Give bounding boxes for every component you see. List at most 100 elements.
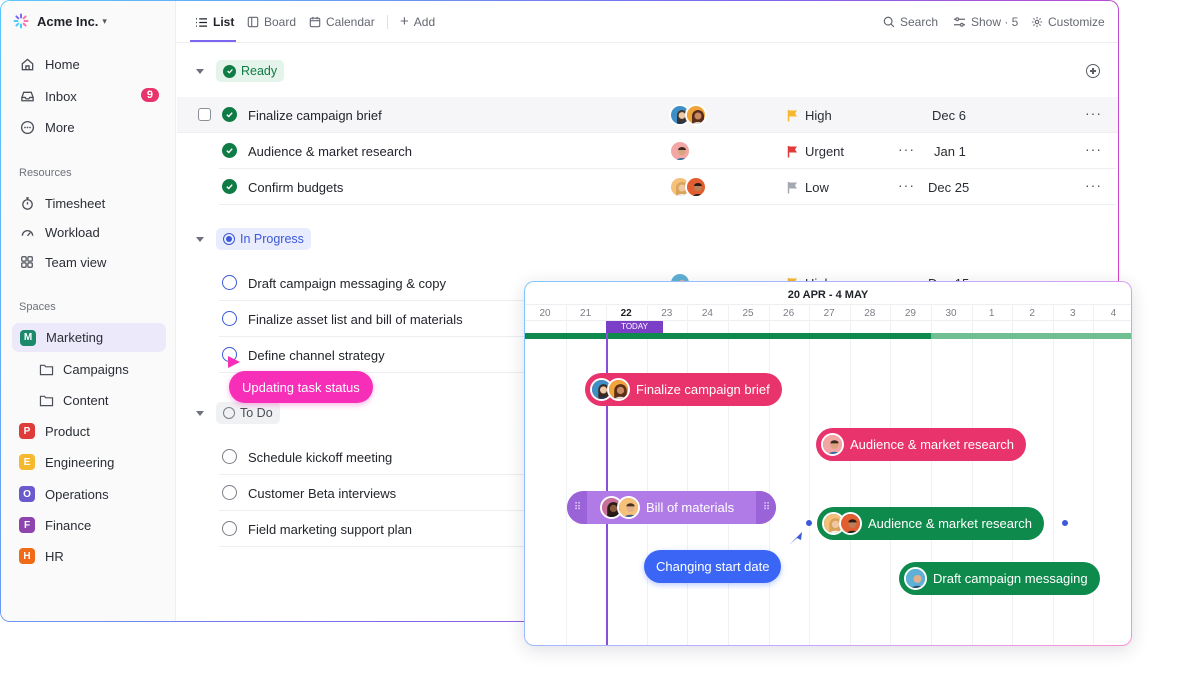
- gantt-day-label: 21: [580, 308, 592, 319]
- drag-handle-icon[interactable]: ⠿: [756, 491, 776, 524]
- priority[interactable]: Low: [787, 180, 829, 195]
- tab-calendar[interactable]: Calendar: [309, 15, 375, 29]
- todo-circle-icon: [223, 407, 235, 419]
- grid-icon: [19, 254, 35, 270]
- gantt-bar-bill-of-materials[interactable]: ⠿ Bill of materials ⠿: [567, 491, 776, 524]
- group-ready-header[interactable]: Ready: [196, 60, 285, 82]
- priority[interactable]: Urgent: [787, 144, 844, 159]
- assignees[interactable]: [669, 176, 707, 198]
- nav-home[interactable]: Home: [19, 56, 159, 72]
- status-complete-icon[interactable]: [222, 143, 237, 158]
- gantt-column-line: [809, 304, 811, 645]
- folder-content[interactable]: Content: [39, 393, 109, 408]
- task-name[interactable]: Draft campaign messaging & copy: [248, 276, 446, 291]
- space-hr[interactable]: H HR: [19, 548, 64, 564]
- gantt-progress-fill: [525, 333, 932, 339]
- group-in-progress-header[interactable]: In Progress: [196, 228, 311, 250]
- more-icon[interactable]: ···: [898, 177, 915, 193]
- gantt-day-label: 27: [823, 308, 835, 319]
- collapse-caret-icon[interactable]: [196, 410, 204, 416]
- gantt-bar-research[interactable]: Audience & market research: [816, 428, 1027, 461]
- task-row[interactable]: Confirm budgets Low ··· Dec 25 ···: [219, 169, 1116, 205]
- task-row[interactable]: Finalize campaign brief High Dec 6 ···: [177, 97, 1118, 133]
- status-open-icon[interactable]: [222, 521, 237, 536]
- nav-more-label: More: [45, 119, 75, 135]
- task-name[interactable]: Schedule kickoff meeting: [248, 450, 392, 465]
- avatar: [617, 496, 640, 519]
- show-label: Show · 5: [971, 15, 1019, 29]
- flag-icon: [787, 182, 797, 194]
- gantt-bar-campaign-brief[interactable]: Finalize campaign brief: [585, 373, 782, 406]
- task-name[interactable]: Audience & market research: [248, 144, 412, 159]
- gantt-column-line: [565, 304, 567, 645]
- customize-button[interactable]: Customize: [1031, 15, 1105, 29]
- more-icon[interactable]: ···: [898, 141, 915, 157]
- status-open-icon[interactable]: [222, 311, 237, 326]
- task-name[interactable]: Finalize campaign brief: [248, 108, 382, 123]
- status-open-icon[interactable]: [222, 449, 237, 464]
- group-todo-header[interactable]: To Do: [196, 402, 280, 424]
- tab-list[interactable]: List: [195, 15, 234, 29]
- nav-more[interactable]: More: [19, 119, 159, 135]
- spaces-heading: Spaces: [19, 301, 56, 313]
- gantt-day-label: 1: [988, 308, 995, 319]
- collapse-caret-icon[interactable]: [196, 236, 204, 242]
- gantt-day-label: 20: [539, 308, 551, 319]
- workspace-switcher[interactable]: Acme Inc. ▾: [13, 13, 107, 29]
- status-complete-icon[interactable]: [222, 107, 237, 122]
- row-checkbox[interactable]: [198, 108, 211, 121]
- show-fields-button[interactable]: Show · 5: [953, 15, 1018, 29]
- due-date[interactable]: Jan 1: [934, 144, 966, 159]
- task-name[interactable]: Field marketing support plan: [248, 522, 412, 537]
- space-finance[interactable]: F Finance: [19, 517, 91, 533]
- group-label: In Progress: [240, 232, 304, 246]
- due-date[interactable]: Dec 6: [932, 108, 966, 123]
- status-open-icon[interactable]: [222, 275, 237, 290]
- gantt-bar-research-green[interactable]: Audience & market research: [817, 507, 1045, 540]
- task-name[interactable]: Define channel strategy: [248, 348, 385, 363]
- status-pill-todo: To Do: [216, 402, 280, 424]
- drag-handle-icon[interactable]: ⠿: [567, 491, 587, 524]
- task-name[interactable]: Confirm budgets: [248, 180, 343, 195]
- collapse-caret-icon[interactable]: [196, 68, 204, 74]
- nav-timesheet[interactable]: Timesheet: [19, 195, 159, 211]
- priority-label: High: [805, 108, 832, 123]
- gantt-panel: 20 APR - 4 MAY 20 21 22 23 24 25 26 27 28 29 30 1 2 3…: [524, 281, 1132, 646]
- nav-workload[interactable]: Workload: [19, 224, 159, 240]
- nav-inbox[interactable]: Inbox 9: [19, 88, 159, 104]
- nav-team-view[interactable]: Team view: [19, 254, 159, 270]
- space-operations[interactable]: O Operations: [19, 486, 109, 502]
- gantt-column-line: [728, 304, 729, 645]
- gantt-bar-label: Finalize campaign brief: [636, 382, 770, 397]
- group-label: To Do: [240, 406, 273, 420]
- tab-board[interactable]: Board: [247, 15, 296, 29]
- status-open-icon[interactable]: [222, 485, 237, 500]
- folder-campaigns[interactable]: Campaigns: [39, 362, 129, 377]
- priority[interactable]: High: [787, 108, 832, 123]
- task-name[interactable]: Finalize asset list and bill of material…: [248, 312, 463, 327]
- task-name[interactable]: Customer Beta interviews: [248, 486, 396, 501]
- space-product[interactable]: P Product: [19, 423, 90, 439]
- task-row[interactable]: Audience & market research Urgent ··· Ja…: [219, 133, 1116, 169]
- dependency-dot[interactable]: [1062, 520, 1068, 526]
- nav-timesheet-label: Timesheet: [45, 195, 106, 211]
- search-button[interactable]: Search: [883, 15, 938, 29]
- row-menu-icon[interactable]: ···: [1085, 105, 1102, 121]
- row-menu-icon[interactable]: ···: [1085, 177, 1102, 193]
- space-marketing[interactable]: M Marketing: [12, 323, 166, 352]
- assignees[interactable]: [669, 140, 691, 162]
- folder-label: Content: [63, 393, 109, 408]
- space-engineering[interactable]: E Engineering: [19, 454, 114, 470]
- avatar: [839, 512, 862, 535]
- status-complete-icon[interactable]: [222, 179, 237, 194]
- nav-inbox-label: Inbox: [45, 88, 77, 104]
- add-view-button[interactable]: + Add: [400, 14, 435, 29]
- assignees[interactable]: [669, 104, 707, 126]
- due-date[interactable]: Dec 25: [928, 180, 969, 195]
- priority-label: Urgent: [805, 144, 845, 159]
- gantt-bar-draft-messaging[interactable]: Draft campaign messaging: [899, 562, 1100, 595]
- add-group-button[interactable]: [1086, 64, 1100, 78]
- tab-label: List: [213, 15, 235, 29]
- row-menu-icon[interactable]: ···: [1085, 141, 1102, 157]
- nav-home-label: Home: [45, 56, 80, 72]
